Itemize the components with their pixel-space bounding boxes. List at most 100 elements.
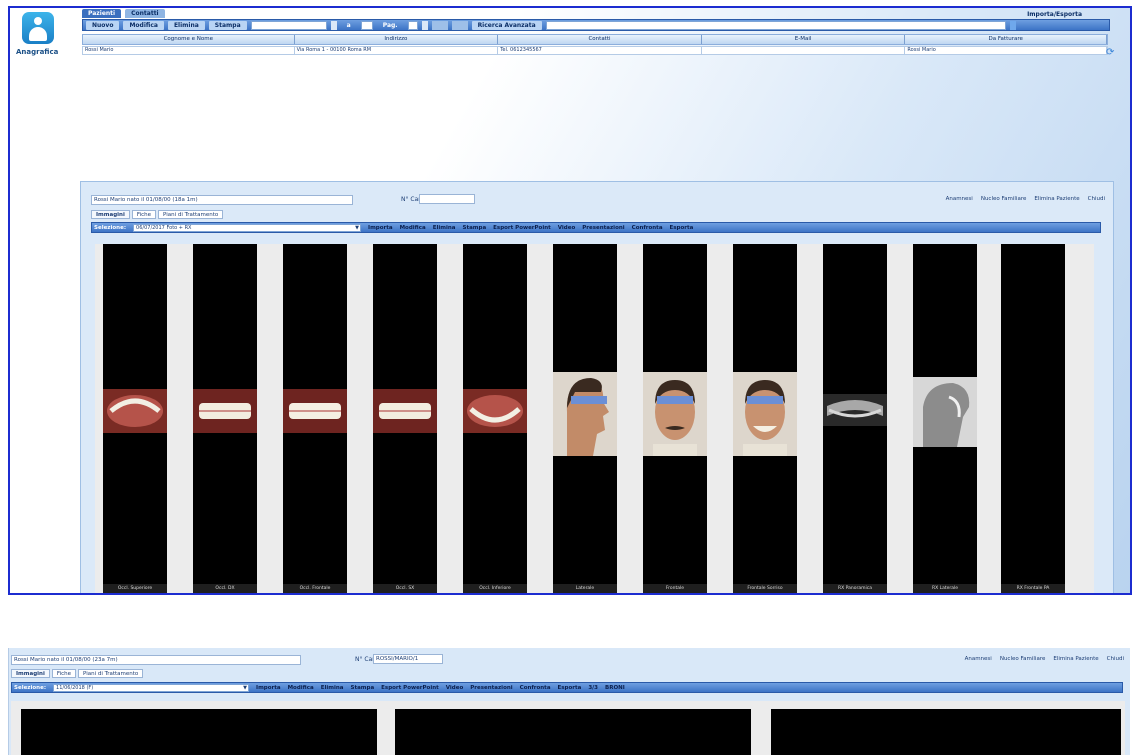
- cell-address: Via Roma 1 - 00100 Roma RM: [295, 47, 499, 54]
- photo-tile[interactable]: [21, 709, 377, 755]
- photo-tile[interactable]: Occl. DX: [193, 244, 257, 593]
- main-toolbar: Nuovo Modifica Elimina Stampa a Pag. Ric…: [82, 19, 1110, 31]
- family-link[interactable]: Nucleo Familiare: [1000, 656, 1046, 662]
- cell-billing: Rossi Mario: [905, 47, 1108, 54]
- photo-tile[interactable]: [395, 709, 751, 755]
- range-end-input[interactable]: [360, 20, 373, 30]
- photo-caption: Frontale Sorriso: [733, 584, 797, 593]
- page-label: Pag.: [382, 21, 398, 29]
- search-input[interactable]: [250, 20, 327, 30]
- cell-contacts: Tel. 0612345567: [498, 47, 702, 54]
- range-start-button[interactable]: [330, 20, 337, 30]
- col-contacts[interactable]: Contatti: [498, 35, 702, 44]
- edit-button[interactable]: Modifica: [123, 20, 164, 30]
- delete-patient-link[interactable]: Elimina Paziente: [1053, 656, 1098, 662]
- export-action[interactable]: Esporta: [670, 225, 694, 231]
- tab-piani[interactable]: Piani di Trattamento: [158, 210, 224, 219]
- photo-gallery: [11, 701, 1125, 755]
- patient-name-field: Rossi Mario nato il 01/08/00 (18a 1m): [91, 195, 353, 205]
- intraoral-front-photo: [283, 389, 347, 433]
- intraoral-upper-photo: [103, 389, 167, 433]
- presentations-action[interactable]: Presentazioni: [582, 225, 624, 231]
- cartella-input[interactable]: ROSSI/MARIO/1: [373, 654, 443, 664]
- delete-action[interactable]: Elimina: [321, 685, 344, 691]
- tab-contatti[interactable]: Contatti: [125, 9, 165, 18]
- print-action[interactable]: Stampa: [462, 225, 486, 231]
- import-export-link[interactable]: Importa/Esporta: [1027, 11, 1082, 18]
- tab-fiche[interactable]: Fiche: [131, 210, 157, 219]
- anamnesi-link[interactable]: Anamnesi: [946, 196, 973, 202]
- privacy-mask: [747, 396, 783, 404]
- photo-caption: Occl. SX: [373, 584, 437, 593]
- app-title: Anagrafica: [16, 48, 59, 56]
- photo-tile[interactable]: [771, 709, 1121, 755]
- new-button[interactable]: Nuovo: [86, 20, 120, 30]
- anagrafica-logo-icon[interactable]: [22, 12, 54, 44]
- photo-caption: Occl. Frontale: [283, 584, 347, 593]
- nav-prev-button[interactable]: [431, 20, 448, 30]
- col-name[interactable]: Cognome e Nome: [83, 35, 295, 44]
- photo-tile[interactable]: Occl. Inferiore: [463, 244, 527, 593]
- edit-action[interactable]: Modifica: [400, 225, 426, 231]
- search-go-button[interactable]: [1009, 20, 1016, 30]
- photo-tile[interactable]: Frontale Sorriso: [733, 244, 797, 593]
- import-action[interactable]: Importa: [368, 225, 393, 231]
- powerpoint-action[interactable]: Esport PowerPoint: [381, 685, 439, 691]
- photo-tile[interactable]: RX Laterale: [913, 244, 977, 593]
- compare-action[interactable]: Confronta: [632, 225, 663, 231]
- patient-card: Rossi Mario nato il 01/08/00 (18a 1m) N°…: [80, 181, 1114, 593]
- close-link[interactable]: Chiudi: [1088, 196, 1105, 202]
- video-action[interactable]: Video: [558, 225, 576, 231]
- chevron-down-icon: ▼: [355, 224, 360, 231]
- selection-label: Selezione:: [14, 684, 47, 691]
- delete-action[interactable]: Elimina: [433, 225, 456, 231]
- nav-next-button[interactable]: [451, 20, 468, 30]
- broni-action[interactable]: BRONI: [605, 685, 625, 691]
- edit-action[interactable]: Modifica: [288, 685, 314, 691]
- compare-action[interactable]: Confronta: [520, 685, 551, 691]
- tab-piani[interactable]: Piani di Trattamento: [78, 669, 144, 678]
- range-separator: a: [346, 21, 351, 29]
- tab-pazienti[interactable]: Pazienti: [82, 9, 122, 18]
- table-row[interactable]: Rossi Mario Via Roma 1 - 00100 Roma RM T…: [82, 46, 1108, 55]
- powerpoint-action[interactable]: Esport PowerPoint: [493, 225, 551, 231]
- tab-immagini[interactable]: Immagini: [91, 210, 130, 219]
- col-email[interactable]: E-Mail: [701, 35, 906, 44]
- close-link[interactable]: Chiudi: [1107, 656, 1124, 662]
- export-action[interactable]: Esporta: [558, 685, 582, 691]
- photo-tile[interactable]: Occl. Superiore: [103, 244, 167, 593]
- refresh-icon[interactable]: ⟳: [1106, 48, 1116, 58]
- family-link[interactable]: Nucleo Familiare: [981, 196, 1027, 202]
- intraoral-left-photo: [373, 389, 437, 433]
- delete-patient-link[interactable]: Elimina Paziente: [1034, 196, 1079, 202]
- presentations-action[interactable]: Presentazioni: [470, 685, 512, 691]
- import-action[interactable]: Importa: [256, 685, 281, 691]
- photo-caption: Occl. Inferiore: [463, 584, 527, 593]
- page-input[interactable]: [407, 20, 418, 30]
- col-address[interactable]: Indirizzo: [294, 35, 499, 44]
- selection-dropdown[interactable]: 11/06/2018 (F) ▼: [53, 683, 250, 692]
- video-action[interactable]: Video: [446, 685, 464, 691]
- cartella-input[interactable]: [419, 194, 475, 204]
- tab-immagini[interactable]: Immagini: [11, 669, 50, 678]
- photo-caption: RX Laterale: [913, 584, 977, 593]
- frontal-face-photo: [643, 372, 707, 456]
- page-next-button[interactable]: [421, 20, 428, 30]
- col-billing[interactable]: Da Fatturare: [905, 35, 1108, 44]
- photo-tile[interactable]: Laterale: [553, 244, 617, 593]
- anamnesi-link[interactable]: Anamnesi: [965, 656, 992, 662]
- tab-fiche[interactable]: Fiche: [51, 669, 77, 678]
- photo-tile[interactable]: Occl. Frontale: [283, 244, 347, 593]
- selection-dropdown[interactable]: 06/07/2017 Foto + RX ▼: [133, 223, 362, 232]
- print-button[interactable]: Stampa: [208, 20, 247, 30]
- cell-email: [702, 47, 906, 54]
- photo-tile[interactable]: RX Frontale PA: [1001, 244, 1065, 593]
- print-action[interactable]: Stampa: [350, 685, 374, 691]
- advanced-search-input[interactable]: [545, 20, 1006, 30]
- photo-tile[interactable]: RX Panoramica: [823, 244, 887, 593]
- app-window-secondary: Rossi Mario nato il 01/08/00 (23a 7m) N°…: [8, 648, 1130, 755]
- photo-tile[interactable]: Occl. SX: [373, 244, 437, 593]
- photo-tile[interactable]: Frontale: [643, 244, 707, 593]
- advanced-search-button[interactable]: Ricerca Avanzata: [471, 20, 542, 30]
- delete-button[interactable]: Elimina: [167, 20, 205, 30]
